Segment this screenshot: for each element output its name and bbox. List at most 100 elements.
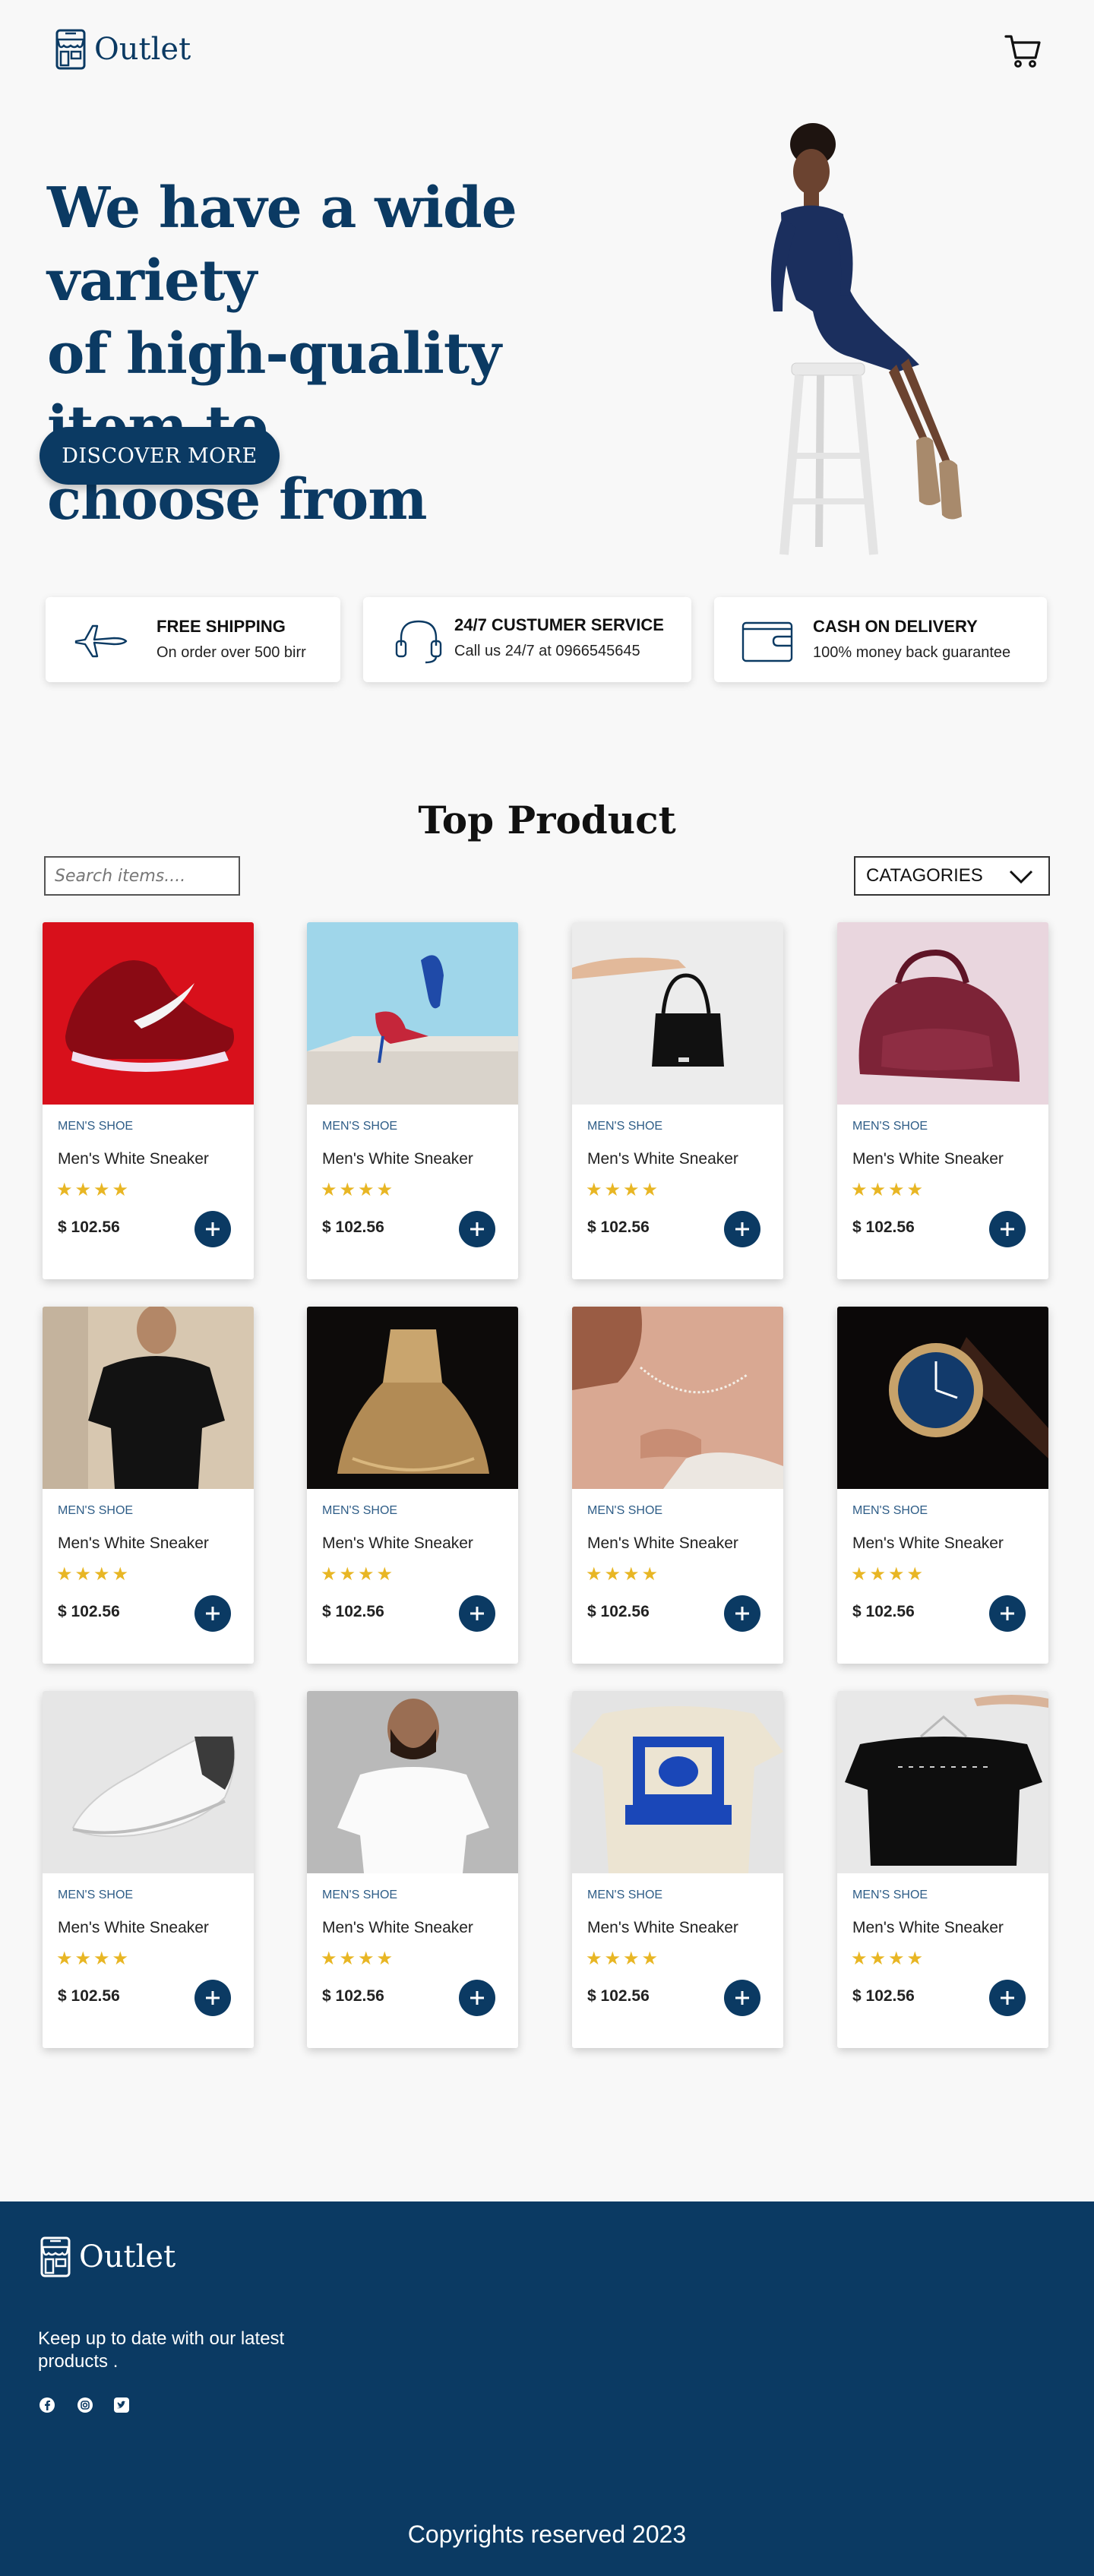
footer-tagline: Keep up to date with our latest products… [38,2328,285,2372]
plus-icon [206,1991,220,2005]
plus-icon [735,1607,749,1620]
product-card[interactable]: MEN'S SHOE Men's White Sneaker ★★★★ $ 10… [307,922,518,1279]
cart-icon[interactable] [1004,32,1042,70]
product-card[interactable]: MEN'S SHOE Men's White Sneaker ★★★★ $ 10… [307,1307,518,1664]
product-name: Men's White Sneaker [322,1535,473,1552]
product-category: MEN'S SHOE [58,1120,134,1133]
product-category: MEN'S SHOE [587,1120,663,1133]
rating-stars: ★★★★ [586,1564,661,1585]
search-input[interactable] [44,856,240,896]
product-card[interactable]: MEN'S SHOE Men's White Sneaker ★★★★ $ 10… [837,1307,1048,1664]
product-category: MEN'S SHOE [322,1889,398,1901]
plus-icon [1001,1991,1014,2005]
add-to-cart-button[interactable] [989,1211,1026,1247]
product-name: Men's White Sneaker [852,1150,1004,1168]
product-image-watch [837,1307,1048,1489]
rating-stars: ★★★★ [586,1949,661,1969]
headset-icon [395,620,442,664]
facebook-icon[interactable] [38,2396,56,2414]
product-price: $ 102.56 [322,1218,384,1236]
product-price: $ 102.56 [58,1603,120,1620]
feature-card-shipping: FREE SHIPPING On order over 500 birr [46,597,340,682]
add-to-cart-button[interactable] [724,1595,760,1632]
rating-stars: ★★★★ [321,1180,396,1200]
section-title: Top Product [418,798,676,842]
add-to-cart-button[interactable] [724,1980,760,2016]
rating-stars: ★★★★ [851,1949,926,1969]
add-to-cart-button[interactable] [459,1211,495,1247]
feature-title: FREE SHIPPING [157,617,286,636]
chevron-down-icon [1009,870,1033,884]
product-price: $ 102.56 [587,1218,650,1236]
rating-stars: ★★★★ [56,1564,131,1585]
product-card[interactable]: MEN'S SHOE Men's White Sneaker ★★★★ $ 10… [837,1691,1048,2048]
product-price: $ 102.56 [322,1987,384,2005]
airplane-icon [74,624,128,658]
product-image-heels [307,922,518,1105]
storefront-icon [40,2236,71,2277]
product-name: Men's White Sneaker [58,1919,209,1936]
copyright-text: Copyrights reserved 2023 [407,2521,687,2548]
product-name: Men's White Sneaker [587,1150,738,1168]
add-to-cart-button[interactable] [989,1595,1026,1632]
product-name: Men's White Sneaker [587,1535,738,1552]
product-image-white-sneaker [43,1691,254,1873]
rating-stars: ★★★★ [851,1180,926,1200]
rating-stars: ★★★★ [321,1949,396,1969]
categories-dropdown[interactable]: CATAGORIES [854,856,1050,896]
product-name: Men's White Sneaker [58,1535,209,1552]
footer-brand-logo[interactable]: Outlet [40,2236,175,2277]
product-card[interactable]: MEN'S SHOE Men's White Sneaker ★★★★ $ 10… [572,922,783,1279]
product-image-gold-dress [307,1307,518,1489]
product-category: MEN'S SHOE [322,1504,398,1517]
product-name: Men's White Sneaker [587,1919,738,1936]
product-card[interactable]: MEN'S SHOE Men's White Sneaker ★★★★ $ 10… [837,922,1048,1279]
product-name: Men's White Sneaker [58,1150,209,1168]
product-price: $ 102.56 [322,1603,384,1620]
product-image-black-tee-hanger [837,1691,1048,1873]
product-image-backpack [837,922,1048,1105]
plus-icon [470,1607,484,1620]
add-to-cart-button[interactable] [194,1211,231,1247]
hero-title-line: We have a wide variety [47,175,517,314]
product-category: MEN'S SHOE [58,1504,134,1517]
product-card[interactable]: MEN'S SHOE Men's White Sneaker ★★★★ $ 10… [572,1307,783,1664]
add-to-cart-button[interactable] [194,1980,231,2016]
page: Outlet We have a wide variety of high-qu… [0,0,1094,2576]
product-card[interactable]: MEN'S SHOE Men's White Sneaker ★★★★ $ 10… [43,1307,254,1664]
product-card[interactable]: MEN'S SHOE Men's White Sneaker ★★★★ $ 10… [43,1691,254,2048]
product-category: MEN'S SHOE [852,1120,928,1133]
plus-icon [735,1991,749,2005]
add-to-cart-button[interactable] [194,1595,231,1632]
brand-logo[interactable]: Outlet [55,29,191,70]
product-card[interactable]: MEN'S SHOE Men's White Sneaker ★★★★ $ 10… [307,1691,518,2048]
add-to-cart-button[interactable] [724,1211,760,1247]
product-name: Men's White Sneaker [322,1150,473,1168]
product-category: MEN'S SHOE [322,1120,398,1133]
discover-more-button[interactable]: DISCOVER MORE [40,427,280,485]
plus-icon [206,1222,220,1236]
product-image-white-tshirt [307,1691,518,1873]
feature-card-service: 24/7 CUSTUMER SERVICE Call us 24/7 at 09… [363,597,691,682]
product-name: Men's White Sneaker [852,1919,1004,1936]
plus-icon [470,1991,484,2005]
feature-subtitle: Call us 24/7 at 0966545645 [454,643,640,659]
categories-label: CATAGORIES [866,865,983,886]
add-to-cart-button[interactable] [459,1980,495,2016]
rating-stars: ★★★★ [56,1180,131,1200]
feature-subtitle: 100% money back guarantee [813,644,1011,661]
twitter-icon[interactable] [112,2396,131,2414]
add-to-cart-button[interactable] [989,1980,1026,2016]
product-image-black-tshirt [43,1307,254,1489]
add-to-cart-button[interactable] [459,1595,495,1632]
product-name: Men's White Sneaker [852,1535,1004,1552]
feature-subtitle: On order over 500 birr [157,644,306,661]
footer-brand-name: Outlet [79,2239,176,2274]
feature-card-cash: CASH ON DELIVERY 100% money back guarant… [714,597,1047,682]
instagram-icon[interactable] [76,2396,94,2414]
rating-stars: ★★★★ [851,1564,926,1585]
product-card[interactable]: MEN'S SHOE Men's White Sneaker ★★★★ $ 10… [572,1691,783,2048]
product-image-tote-bag [572,922,783,1105]
product-price: $ 102.56 [852,1218,915,1236]
product-card[interactable]: MEN'S SHOE Men's White Sneaker ★★★★ $ 10… [43,922,254,1279]
